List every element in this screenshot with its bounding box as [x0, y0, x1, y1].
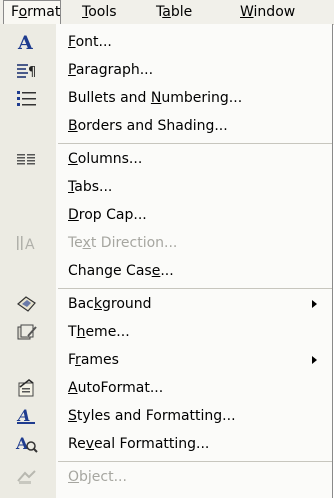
menu-item-borders-shading[interactable]: Borders and Shading...: [0, 112, 333, 140]
menu-item-change-case[interactable]: Change Case...: [0, 257, 333, 285]
svg-text:A: A: [17, 32, 33, 52]
menu-item-tabs[interactable]: Tabs...: [0, 173, 333, 201]
svg-text:¶: ¶: [28, 65, 36, 80]
menu-item-label: Text Direction...: [68, 235, 178, 251]
font-icon: A: [0, 28, 56, 56]
menu-window-post: indow: [253, 4, 296, 20]
menu-item-text-direction: A Text Direction...: [0, 229, 333, 257]
menu-separator: [58, 143, 332, 144]
menu-item-styles-formatting[interactable]: A Styles and Formatting...: [0, 402, 333, 430]
theme-icon: [0, 318, 56, 346]
menu-window[interactable]: Window: [240, 0, 295, 24]
menu-item-bullets-numbering[interactable]: Bullets and Numbering...: [0, 84, 333, 112]
menu-format-accel: o: [18, 4, 28, 20]
menu-bar: Format Tools Table Window: [0, 0, 334, 25]
paragraph-icon: ¶: [0, 56, 56, 84]
object-icon: [0, 463, 56, 491]
menu-item-theme[interactable]: Theme...: [0, 318, 333, 346]
svg-text:A: A: [15, 434, 29, 453]
menu-separator: [58, 288, 332, 289]
menu-table-accel: a: [162, 4, 171, 20]
menu-tools[interactable]: Tools: [82, 0, 117, 24]
menu-format-post: rmat: [27, 4, 61, 20]
menu-item-label: Object...: [68, 469, 127, 485]
menu-item-label: Font...: [68, 34, 112, 50]
menu-item-label: Tabs...: [68, 179, 113, 195]
menu-item-object: Object...: [0, 463, 333, 491]
menu-item-label: Bullets and Numbering...: [68, 90, 243, 106]
menu-item-font[interactable]: A Font...: [0, 28, 333, 56]
svg-text:A: A: [25, 237, 35, 253]
menu-item-autoformat[interactable]: AutoFormat...: [0, 374, 333, 402]
menu-item-label: Borders and Shading...: [68, 118, 228, 134]
menu-item-label: Reveal Formatting...: [68, 436, 210, 452]
menu-item-label: Background: [68, 296, 152, 312]
menu-item-paragraph[interactable]: ¶ Paragraph...: [0, 56, 333, 84]
menu-format[interactable]: Format: [3, 0, 61, 24]
menu-item-frames[interactable]: Frames: [0, 346, 333, 374]
columns-icon: [0, 145, 56, 173]
menu-table[interactable]: Table: [156, 0, 192, 24]
menu-item-drop-cap[interactable]: Drop Cap...: [0, 201, 333, 229]
menu-separator: [58, 461, 332, 462]
autoformat-icon: [0, 374, 56, 402]
format-menu: A Font... ¶ Paragraph... Bullets and Num…: [0, 24, 333, 498]
submenu-arrow-icon: [312, 356, 317, 364]
menu-item-label: Columns...: [68, 151, 143, 167]
submenu-arrow-icon: [312, 300, 317, 308]
menu-format-pre: F: [11, 4, 19, 20]
menu-item-label: Drop Cap...: [68, 207, 147, 223]
bullets-icon: [0, 84, 56, 112]
background-icon: [0, 290, 56, 318]
menu-item-label: AutoFormat...: [68, 380, 164, 396]
menu-item-label: Frames: [68, 352, 119, 368]
text-direction-icon: A: [0, 229, 56, 257]
menu-table-post: ble: [170, 4, 193, 20]
menu-item-columns[interactable]: Columns...: [0, 145, 333, 173]
menu-item-label: Paragraph...: [68, 62, 154, 78]
menu-window-accel: W: [240, 4, 254, 20]
menu-item-label: Styles and Formatting...: [68, 408, 236, 424]
menu-item-background[interactable]: Background: [0, 290, 333, 318]
reveal-formatting-icon: A: [0, 430, 56, 458]
menu-item-reveal-formatting[interactable]: A Reveal Formatting...: [0, 430, 333, 458]
menu-item-label: Change Case...: [68, 263, 174, 279]
menu-tools-post: ools: [88, 4, 117, 20]
styles-formatting-icon: A: [0, 402, 56, 430]
menu-item-label: Theme...: [68, 324, 130, 340]
